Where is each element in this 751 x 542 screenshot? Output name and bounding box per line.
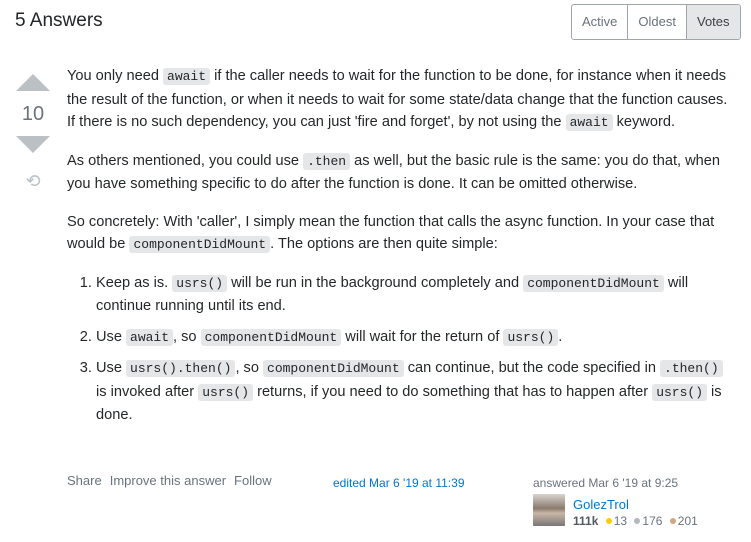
options-list: Keep as is. usrs() will be run in the ba… <box>67 272 737 427</box>
user-name-link[interactable]: GolezTrol <box>573 497 629 512</box>
silver-badge-count: 176 <box>642 514 663 528</box>
text-run: returns, if you need to do something tha… <box>253 383 653 400</box>
paragraph: As others mentioned, you could use .then… <box>67 150 737 196</box>
list-item: Use await, so componentDidMount will wai… <box>96 326 737 350</box>
inline-code: await <box>565 114 613 131</box>
tab-oldest[interactable]: Oldest <box>627 5 686 39</box>
share-link[interactable]: Share <box>67 473 102 488</box>
list-item: Keep as is. usrs() will be run in the ba… <box>96 272 737 318</box>
text-run: will be run in the background completely… <box>227 274 524 291</box>
text-run: , so <box>235 360 264 376</box>
vote-cell: 10 ⟲ <box>15 70 51 192</box>
inline-code: usrs().then() <box>126 360 236 377</box>
text-run: , so <box>173 328 201 345</box>
inline-code: await <box>126 328 174 346</box>
edited-link[interactable]: edited Mar 6 '19 at 11:39 <box>333 476 465 490</box>
text-run: . <box>558 328 563 345</box>
inline-code: componentDidMount <box>523 274 664 292</box>
reputation-score: 111k <box>573 514 599 528</box>
inline-code: usrs() <box>503 328 559 346</box>
inline-code: componentDidMount <box>200 328 342 346</box>
post-menu: Share Improve this answer Follow <box>67 473 272 488</box>
inline-code: usrs() <box>198 383 254 401</box>
text-run: Use <box>96 328 127 345</box>
text-run: Use <box>96 360 127 376</box>
user-reputation: 111k 13 176 201 <box>573 514 698 528</box>
vote-count: 10 <box>21 103 45 125</box>
paragraph: So concretely: With 'caller', I simply m… <box>67 211 737 257</box>
tab-votes[interactable]: Votes <box>685 5 740 39</box>
gold-badge-count: 13 <box>613 514 628 528</box>
text-run: . The options are then quite simple: <box>270 236 498 252</box>
paragraph: You only need await if the caller needs … <box>67 65 737 135</box>
inline-code: usrs() <box>652 383 707 401</box>
text-run: You only need <box>67 68 164 84</box>
upvote-icon[interactable] <box>16 74 50 91</box>
text-run: can continue, but the code specified in <box>403 360 661 376</box>
silver-badge-icon <box>634 518 641 524</box>
text-run: will wait for the return of <box>341 328 504 345</box>
history-icon[interactable]: ⟲ <box>15 171 51 192</box>
text-run: As others mentioned, you could use <box>67 152 304 169</box>
sort-tabs: Active Oldest Votes <box>571 4 741 40</box>
text-run: is invoked after <box>96 383 199 400</box>
downvote-icon[interactable] <box>16 136 50 153</box>
list-item: Use usrs().then(), so componentDidMount … <box>96 357 737 427</box>
inline-code: .then() <box>660 360 723 377</box>
inline-code: await <box>163 68 211 85</box>
follow-link[interactable]: Follow <box>234 473 272 488</box>
bronze-badge-count: 201 <box>677 514 698 528</box>
answered-time: answered Mar 6 '19 at 9:25 <box>533 476 679 490</box>
avatar[interactable] <box>533 494 565 526</box>
inline-code: componentDidMount <box>129 236 271 253</box>
answer-body: You only need await if the caller needs … <box>67 65 737 435</box>
improve-answer-link[interactable]: Improve this answer <box>110 473 226 488</box>
bronze-badge-icon <box>669 518 676 524</box>
gold-badge-icon <box>605 518 612 524</box>
text-run: Keep as is. <box>96 274 173 291</box>
text-run: keyword. <box>612 114 676 130</box>
inline-code: usrs() <box>172 274 228 292</box>
inline-code: componentDidMount <box>263 360 404 377</box>
inline-code: .then <box>303 152 351 170</box>
tab-active[interactable]: Active <box>572 5 627 39</box>
answers-count-heading: 5 Answers <box>15 10 103 31</box>
